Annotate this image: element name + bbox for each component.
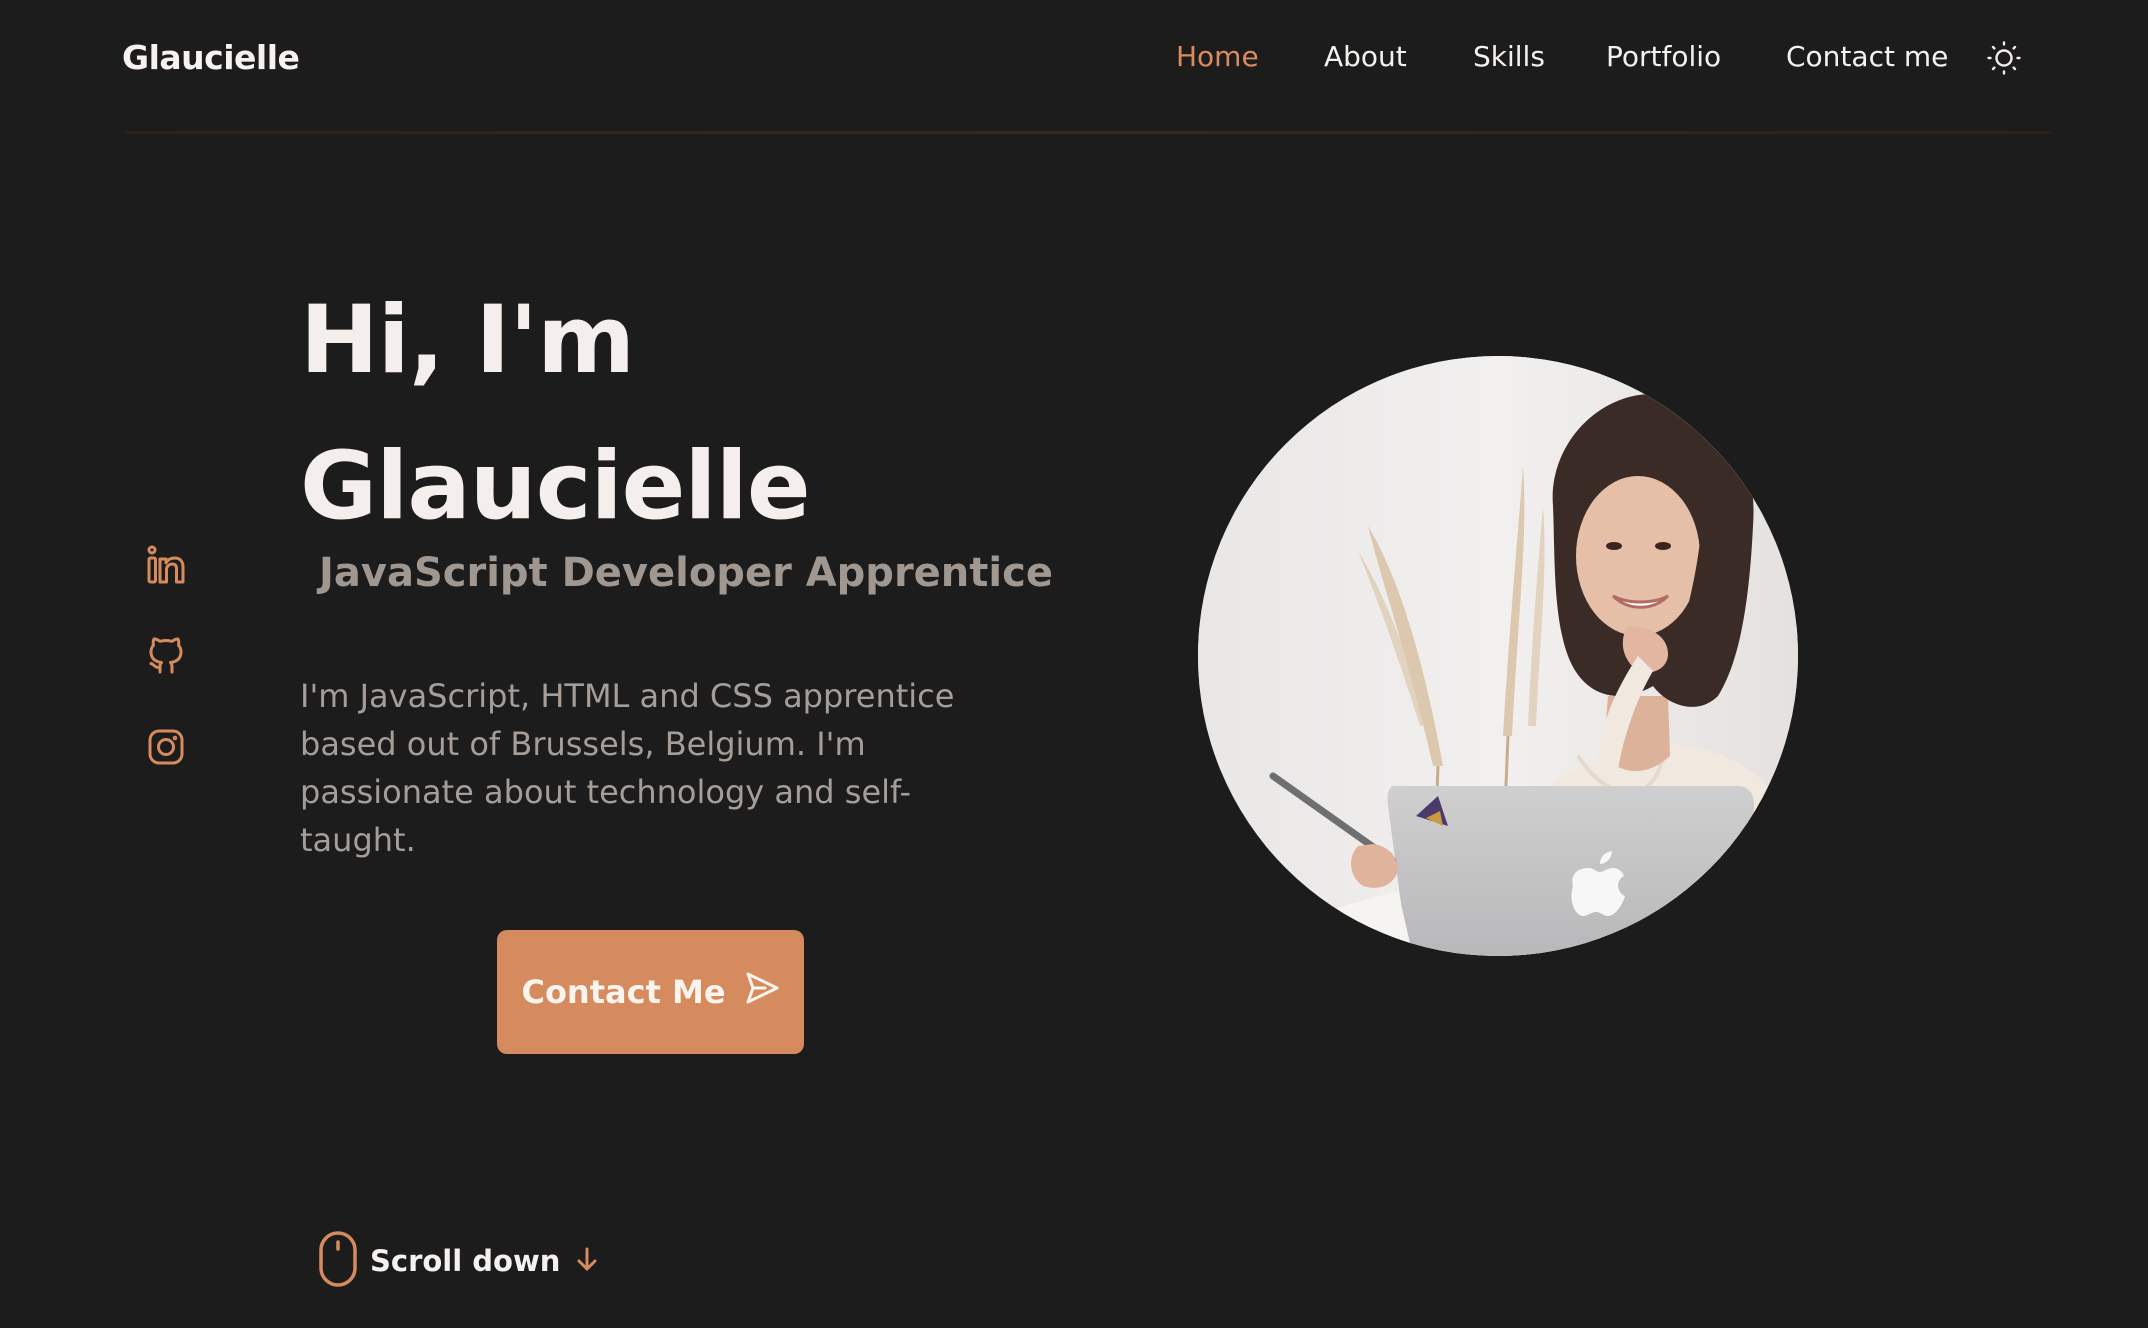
linkedin-icon[interactable] [146, 545, 190, 585]
nav-item-home[interactable]: Home [1176, 40, 1259, 73]
brand-logo[interactable]: Glaucielle [122, 38, 300, 77]
send-icon [744, 970, 780, 1014]
mouse-icon [318, 1230, 358, 1292]
contact-me-label: Contact Me [521, 973, 726, 1011]
hero-greeting: Hi, I'm [300, 286, 635, 395]
scroll-down-link[interactable]: Scroll down [318, 1230, 600, 1292]
page: Glaucielle Home About Skills Portfolio C… [0, 0, 2148, 1328]
nav-item-skills[interactable]: Skills [1473, 40, 1545, 73]
github-icon[interactable] [146, 634, 186, 676]
sun-icon[interactable] [1986, 40, 2022, 76]
arrow-down-icon [574, 1245, 600, 1277]
hero-description: I'm JavaScript, HTML and CSS apprentice … [300, 677, 955, 859]
hero-title: Hi, I'm Glaucielle [300, 268, 811, 560]
nav-item-portfolio[interactable]: Portfolio [1606, 40, 1721, 73]
nav-item-contact[interactable]: Contact me [1786, 40, 1948, 73]
hero-subtitle: JavaScript Developer Apprentice [319, 550, 1053, 596]
nav-item-about[interactable]: About [1324, 40, 1407, 73]
header-divider [126, 131, 2052, 134]
instagram-icon[interactable] [146, 727, 186, 767]
contact-me-button[interactable]: Contact Me [497, 930, 804, 1054]
scroll-down-label: Scroll down [370, 1244, 561, 1278]
profile-photo [1198, 356, 1798, 956]
hero-name: Glaucielle [300, 432, 811, 541]
